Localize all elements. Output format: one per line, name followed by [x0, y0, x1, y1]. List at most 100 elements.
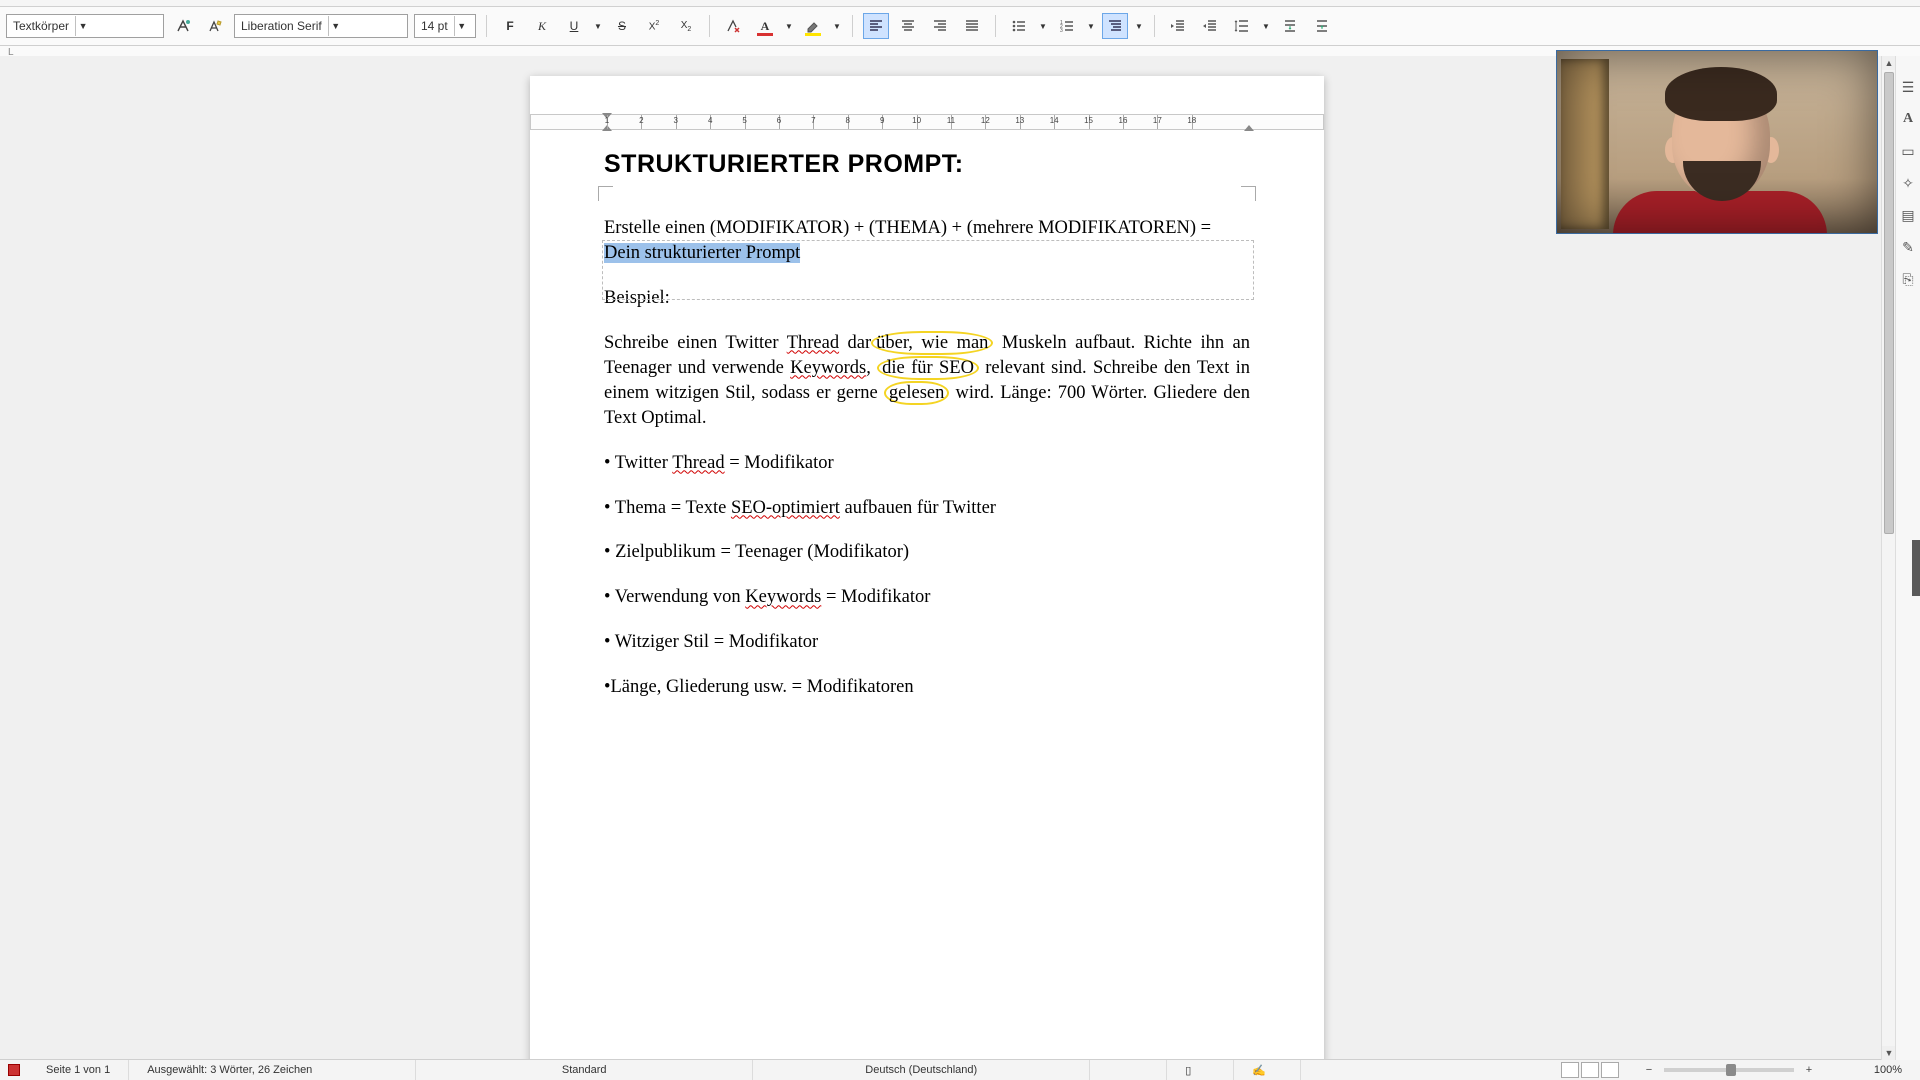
subscript-button[interactable]: X2: [673, 13, 699, 39]
font-color-button[interactable]: A: [752, 13, 778, 39]
chevron-down-icon[interactable]: ▼: [328, 16, 343, 36]
status-page-text: Seite 1 von 1: [46, 1064, 110, 1076]
navigator-icon[interactable]: ✧: [1899, 174, 1917, 192]
decrease-para-spacing-button[interactable]: [1309, 13, 1335, 39]
font-size-value: 14 pt: [415, 19, 454, 33]
scroll-down-arrow[interactable]: ▼: [1882, 1046, 1896, 1060]
status-selection-mode[interactable]: ▯: [1167, 1060, 1234, 1080]
outline-list-dropdown[interactable]: ▼: [1134, 14, 1144, 38]
book-view-button[interactable]: [1601, 1062, 1619, 1078]
highlight-color-button[interactable]: [800, 13, 826, 39]
italic-button[interactable]: K: [529, 13, 555, 39]
spellcheck-thread-2: Thread: [672, 453, 724, 473]
ruler-number: 15: [1084, 116, 1093, 125]
chevron-down-icon[interactable]: ▼: [454, 16, 469, 36]
line-spacing-dropdown[interactable]: ▼: [1261, 14, 1271, 38]
ruler-number: 4: [708, 116, 712, 125]
spellcheck-thread: Thread: [787, 333, 839, 353]
ruler-number: 1: [605, 116, 609, 125]
scroll-up-arrow[interactable]: ▲: [1882, 56, 1896, 70]
ruler-number: 2: [639, 116, 643, 125]
annotation-highlight-2: die für SEO: [877, 356, 979, 380]
line-spacing-button[interactable]: [1229, 13, 1255, 39]
zoom-controls: − +: [1624, 1060, 1834, 1080]
align-center-button[interactable]: [895, 13, 921, 39]
manage-changes-icon[interactable]: ⎘: [1899, 270, 1917, 288]
t: aufbauen für Twitter: [840, 498, 996, 518]
document-page[interactable]: STRUKTURIERTER PROMPT: Erstelle einen (M…: [530, 76, 1324, 1060]
decrease-indent-button[interactable]: [1197, 13, 1223, 39]
align-right-button[interactable]: [927, 13, 953, 39]
bold-button[interactable]: F: [497, 13, 523, 39]
align-left-button[interactable]: [863, 13, 889, 39]
status-page-style[interactable]: Standard: [416, 1060, 753, 1080]
style-inspector-icon[interactable]: ✎: [1899, 238, 1917, 256]
ruler-number: 8: [846, 116, 850, 125]
t: Schreibe einen Twitter: [604, 333, 787, 353]
annotation-highlight-1: über, wie man: [871, 331, 993, 355]
bullet-6: •Länge, Gliederung usw. = Modifikatoren: [604, 675, 1250, 700]
increase-indent-button[interactable]: [1165, 13, 1191, 39]
annotation-highlight-3: gelesen: [884, 381, 949, 405]
font-name-combo[interactable]: Liberation Serif ▼: [234, 14, 408, 38]
outline-list-button[interactable]: [1102, 13, 1128, 39]
scroll-thumb[interactable]: [1884, 72, 1894, 534]
align-justify-button[interactable]: [959, 13, 985, 39]
strikethrough-button[interactable]: S: [609, 13, 635, 39]
page-content[interactable]: STRUKTURIERTER PROMPT: Erstelle einen (M…: [530, 76, 1324, 760]
t: dar: [839, 333, 871, 353]
underline-dropdown[interactable]: ▼: [593, 14, 603, 38]
zoom-percent[interactable]: 100%: [1834, 1060, 1920, 1080]
paragraph-style-combo[interactable]: Textkörper ▼: [6, 14, 164, 38]
superscript-button[interactable]: X2: [641, 13, 667, 39]
font-color-dropdown[interactable]: ▼: [784, 14, 794, 38]
ruler-number: 16: [1119, 116, 1128, 125]
styles-icon[interactable]: A: [1899, 110, 1917, 128]
right-indent-marker[interactable]: [1244, 125, 1254, 131]
zoom-in-button[interactable]: +: [1802, 1064, 1816, 1076]
sidebar-expand-nub[interactable]: [1912, 540, 1920, 596]
numbered-list-dropdown[interactable]: ▼: [1086, 14, 1096, 38]
ruler-number: 10: [912, 116, 921, 125]
bullet-list-dropdown[interactable]: ▼: [1038, 14, 1048, 38]
paragraph-example: Schreibe einen Twitter Thread darüber, w…: [604, 331, 1250, 431]
chevron-down-icon[interactable]: ▼: [75, 16, 90, 36]
font-size-combo[interactable]: 14 pt ▼: [414, 14, 476, 38]
modified-indicator-icon[interactable]: [8, 1064, 20, 1076]
t: = Modifikator: [725, 453, 834, 473]
status-language-text: Deutsch (Deutschland): [865, 1064, 977, 1076]
status-signature[interactable]: ✍: [1234, 1060, 1301, 1080]
numbered-list-button[interactable]: 123: [1054, 13, 1080, 39]
zoom-slider[interactable]: [1664, 1068, 1794, 1072]
gallery-icon[interactable]: ▭: [1899, 142, 1917, 160]
status-selection[interactable]: Ausgewählt: 3 Wörter, 26 Zeichen: [129, 1060, 416, 1080]
status-language[interactable]: Deutsch (Deutschland): [753, 1060, 1090, 1080]
vertical-scrollbar[interactable]: ▲ ▼: [1881, 56, 1896, 1060]
properties-icon[interactable]: ☰: [1899, 78, 1917, 96]
clear-formatting-button[interactable]: [720, 13, 746, 39]
increase-para-spacing-button[interactable]: [1277, 13, 1303, 39]
heading: STRUKTURIERTER PROMPT:: [604, 148, 1250, 182]
ruler-number: 12: [981, 116, 990, 125]
page-icon[interactable]: ▤: [1899, 206, 1917, 224]
new-style-button[interactable]: [202, 13, 228, 39]
highlight-color-swatch: [805, 33, 821, 36]
selected-text[interactable]: Dein strukturierter Prompt: [604, 243, 800, 263]
zoom-slider-knob[interactable]: [1726, 1064, 1736, 1076]
status-insert-mode[interactable]: [1090, 1060, 1167, 1080]
scroll-track[interactable]: [1882, 70, 1896, 1046]
status-bar: Seite 1 von 1 Ausgewählt: 3 Wörter, 26 Z…: [0, 1059, 1920, 1080]
multi-page-view-button[interactable]: [1581, 1062, 1599, 1078]
formatting-toolbar: Textkörper ▼ Liberation Serif ▼ 14 pt ▼ …: [0, 7, 1920, 46]
highlight-color-dropdown[interactable]: ▼: [832, 14, 842, 38]
single-page-view-button[interactable]: [1561, 1062, 1579, 1078]
separator: [852, 15, 853, 37]
zoom-out-button[interactable]: −: [1642, 1064, 1656, 1076]
t: • Verwendung von: [604, 587, 745, 607]
update-style-button[interactable]: [170, 13, 196, 39]
status-page[interactable]: Seite 1 von 1: [28, 1060, 129, 1080]
horizontal-ruler[interactable]: 123456789101112131415161718: [530, 114, 1324, 132]
ruler-number: 13: [1015, 116, 1024, 125]
bullet-list-button[interactable]: [1006, 13, 1032, 39]
underline-button[interactable]: U: [561, 13, 587, 39]
